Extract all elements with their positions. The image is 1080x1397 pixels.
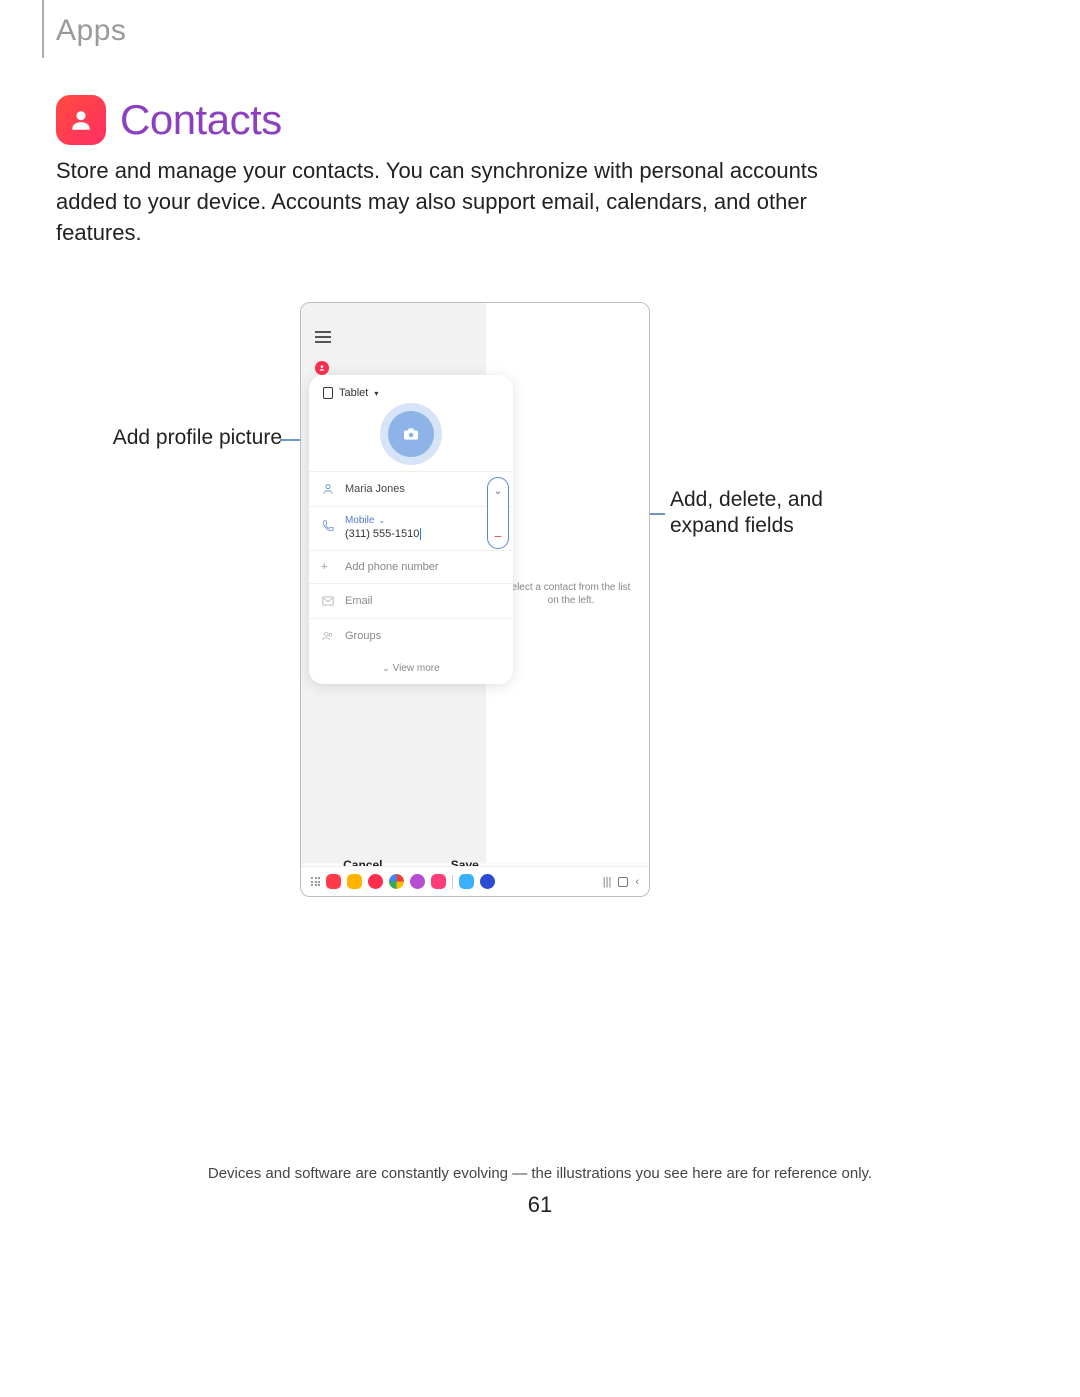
name-value: Maria Jones <box>345 483 405 495</box>
groups-label: Groups <box>345 630 381 642</box>
name-field[interactable]: Maria Jones <box>309 471 513 506</box>
view-more-label: View more <box>393 663 440 674</box>
storage-selector-label: Tablet <box>339 387 368 399</box>
plus-icon: + <box>321 561 335 573</box>
taskbar-app-5[interactable] <box>410 874 425 889</box>
device-toolbar <box>315 331 331 343</box>
taskbar-app-1[interactable] <box>326 874 341 889</box>
groups-field[interactable]: Groups <box>309 618 513 653</box>
mail-icon <box>321 594 335 608</box>
section-rule <box>42 0 44 58</box>
caret-down-icon: ▾ <box>374 389 378 398</box>
taskbar-app-4[interactable] <box>389 874 404 889</box>
groups-icon <box>321 629 335 643</box>
chevron-down-icon: ⌄ <box>382 663 390 673</box>
intro-paragraph: Store and manage your contacts. You can … <box>56 156 876 248</box>
taskbar-app-7[interactable] <box>459 874 474 889</box>
profile-dot-icon[interactable] <box>315 361 329 375</box>
phone-type-label[interactable]: Mobile <box>345 515 374 526</box>
callout-fields: Add, delete, and expand fields <box>670 487 870 540</box>
heading-row: Contacts <box>56 95 282 145</box>
home-nav-icon[interactable] <box>618 877 628 887</box>
add-phone-row[interactable]: + Add phone number <box>309 550 513 583</box>
phone-value[interactable]: (311) 555-1510 <box>345 528 421 540</box>
page-title: Contacts <box>120 96 282 144</box>
contacts-app-icon <box>56 95 106 145</box>
callout-profile: Add profile picture <box>92 426 282 450</box>
back-nav-icon[interactable]: ‹ <box>635 876 639 888</box>
tablet-icon <box>323 387 333 399</box>
page-number: 61 <box>0 1192 1080 1218</box>
disclaimer-text: Devices and software are constantly evol… <box>0 1165 1080 1182</box>
chevron-down-icon: ⌄ <box>378 516 385 525</box>
taskbar-divider <box>452 875 453 889</box>
email-label: Email <box>345 595 373 607</box>
email-field[interactable]: Email <box>309 583 513 618</box>
remove-field-icon[interactable]: − <box>494 532 502 542</box>
taskbar: ||| ‹ <box>301 866 649 896</box>
phone-field[interactable]: Mobile ⌄ (311) 555-1510 <box>309 506 513 550</box>
view-more-toggle[interactable]: ⌄ View more <box>309 653 513 678</box>
nav-buttons: ||| ‹ <box>603 876 639 888</box>
add-profile-picture-button[interactable] <box>388 411 434 457</box>
taskbar-app-2[interactable] <box>347 874 362 889</box>
recents-nav-icon[interactable]: ||| <box>603 876 612 888</box>
add-phone-label: Add phone number <box>345 561 439 573</box>
phone-icon <box>321 519 335 533</box>
storage-selector[interactable]: Tablet ▾ <box>309 375 513 407</box>
taskbar-app-6[interactable] <box>431 874 446 889</box>
empty-detail-hint: elect a contact from the list on the lef… <box>506 581 636 607</box>
person-outline-icon <box>321 482 335 496</box>
device-screenshot: elect a contact from the list on the lef… <box>300 302 650 897</box>
section-label: Apps <box>56 14 126 48</box>
taskbar-app-3[interactable] <box>368 874 383 889</box>
apps-grid-icon[interactable] <box>311 877 320 886</box>
camera-icon <box>402 427 420 441</box>
chevron-down-icon[interactable]: ⌄ <box>493 484 502 497</box>
menu-icon[interactable] <box>315 331 331 343</box>
taskbar-app-8[interactable] <box>480 874 495 889</box>
person-icon <box>68 107 94 133</box>
field-expand-control[interactable]: ⌄ − <box>487 477 509 549</box>
contact-editor-card: Tablet ▾ Maria Jones Mobile ⌄ (311) 555- <box>309 375 513 684</box>
